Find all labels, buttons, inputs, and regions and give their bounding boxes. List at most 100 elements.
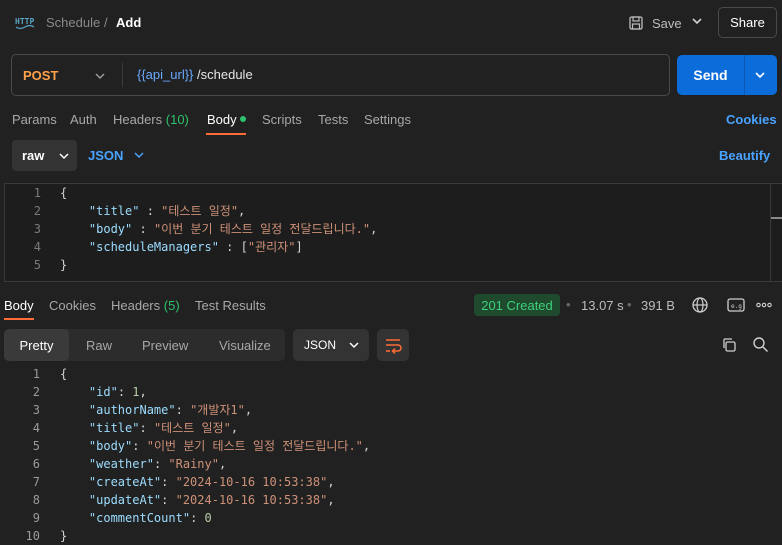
line-number: 1 xyxy=(33,186,41,200)
response-tab-headers[interactable]: Headers (5) xyxy=(111,298,180,313)
response-language-select[interactable]: JSON xyxy=(293,329,369,361)
copy-icon[interactable] xyxy=(721,337,737,353)
response-time[interactable]: 13.07 s xyxy=(581,298,624,313)
code-token: "scheduleManagers" xyxy=(88,240,219,254)
method-select[interactable]: POST xyxy=(23,68,58,83)
save-button[interactable]: Save xyxy=(628,9,682,37)
more-icon[interactable] xyxy=(756,301,772,309)
response-size[interactable]: 391 B xyxy=(641,298,675,313)
code-text: "id": 1, xyxy=(60,383,147,401)
chevron-down-icon[interactable] xyxy=(690,14,704,28)
response-tab-cookies[interactable]: Cookies xyxy=(49,298,96,313)
scrollbar-thumb[interactable] xyxy=(771,217,782,219)
code-line: 1{ xyxy=(0,365,760,383)
code-token: : xyxy=(139,421,154,435)
code-line: 3 "body" : "이번 분기 테스트 일정 전달드립니다.", xyxy=(0,220,760,238)
code-token: "body" xyxy=(88,222,133,236)
line-number: 3 xyxy=(33,222,41,236)
body-mode-select[interactable]: raw xyxy=(12,140,77,171)
editor-scrollbar[interactable] xyxy=(770,183,771,282)
code-line: 5} xyxy=(0,256,760,274)
code-text: "weather": "Rainy", xyxy=(60,455,226,473)
meta-separator: • xyxy=(566,297,571,312)
status-badge[interactable]: 201 Created xyxy=(474,294,560,316)
breadcrumb-collection[interactable]: Schedule xyxy=(46,15,100,30)
line-number: 2 xyxy=(32,385,40,399)
chevron-down-icon[interactable] xyxy=(133,148,145,162)
tab-headers[interactable]: Headers (10) xyxy=(113,112,189,127)
code-token: : xyxy=(153,457,169,471)
cookies-link[interactable]: Cookies xyxy=(726,112,777,127)
response-tab-test-results[interactable]: Test Results xyxy=(195,298,266,313)
body-language-select[interactable]: JSON xyxy=(88,148,123,163)
svg-text:HTTP: HTTP xyxy=(15,17,34,26)
code-text: } xyxy=(60,527,67,545)
format-pretty[interactable]: Pretty xyxy=(4,329,69,361)
code-text: "authorName": "개발자1", xyxy=(60,401,252,419)
code-token: "title" xyxy=(88,204,140,218)
line-number: 9 xyxy=(32,511,40,525)
code-token: "테스트 일정" xyxy=(161,204,239,218)
tab-headers-label: Headers xyxy=(113,112,163,127)
line-number: 4 xyxy=(33,240,41,254)
code-token: : xyxy=(161,493,176,507)
code-token: "개발자1" xyxy=(190,403,245,417)
tab-settings[interactable]: Settings xyxy=(364,112,411,127)
line-number: 5 xyxy=(33,258,41,272)
send-button[interactable]: Send xyxy=(677,55,744,95)
url-divider xyxy=(122,63,123,87)
code-token: , xyxy=(230,421,239,435)
code-token: "body" xyxy=(88,439,133,453)
code-token: : xyxy=(132,222,154,236)
code-token: 0 xyxy=(204,511,212,525)
code-line: 8 "updateAt": "2024-10-16 10:53:38", xyxy=(0,491,760,509)
tab-scripts[interactable]: Scripts xyxy=(262,112,302,127)
line-number: 10 xyxy=(25,529,40,543)
chevron-down-icon[interactable] xyxy=(753,68,767,82)
globe-icon[interactable] xyxy=(691,296,709,314)
tab-auth[interactable]: Auth xyxy=(70,112,97,127)
line-number: 3 xyxy=(32,403,40,417)
example-icon[interactable]: e.g xyxy=(727,297,745,313)
code-text: { xyxy=(60,184,67,202)
line-number: 8 xyxy=(32,493,40,507)
wrap-lines-button[interactable] xyxy=(377,329,409,361)
response-tab-body[interactable]: Body xyxy=(4,298,34,313)
code-token: : xyxy=(117,385,133,399)
code-text: "body" : "이번 분기 테스트 일정 전달드립니다.", xyxy=(60,220,377,238)
share-button[interactable]: Share xyxy=(718,7,777,38)
code-token: , xyxy=(327,493,335,507)
line-number: 7 xyxy=(32,475,40,489)
code-token: "weather" xyxy=(88,457,154,471)
code-text: { xyxy=(60,365,67,383)
chevron-down-icon[interactable] xyxy=(93,69,107,83)
search-icon[interactable] xyxy=(752,336,769,353)
breadcrumb-separator: / xyxy=(104,15,108,30)
beautify-link[interactable]: Beautify xyxy=(719,148,770,163)
line-number: 6 xyxy=(32,457,40,471)
meta-separator: • xyxy=(627,297,632,312)
line-number: 4 xyxy=(32,421,40,435)
code-line: 4 "scheduleManagers" : ["관리자"] xyxy=(0,238,760,256)
code-text: "updateAt": "2024-10-16 10:53:38", xyxy=(60,491,335,509)
format-visualize[interactable]: Visualize xyxy=(219,338,271,353)
url-input[interactable]: {{api_url}} /schedule xyxy=(137,67,253,82)
format-preview[interactable]: Preview xyxy=(142,338,188,353)
code-token: : xyxy=(190,511,205,525)
code-token: "이번 분기 테스트 일정 전달드립니다." xyxy=(153,222,371,236)
code-token: : xyxy=(161,475,176,489)
code-line: 6 "weather": "Rainy", xyxy=(0,455,760,473)
code-line: 2 "title" : "테스트 일정", xyxy=(0,202,760,220)
format-raw[interactable]: Raw xyxy=(86,338,112,353)
tab-tests[interactable]: Tests xyxy=(318,112,348,127)
url-bar xyxy=(11,54,670,96)
code-token: "2024-10-16 10:53:38" xyxy=(175,493,328,507)
request-name[interactable]: Add xyxy=(116,15,141,30)
tab-body[interactable]: Body xyxy=(207,112,237,127)
tab-params[interactable]: Params xyxy=(12,112,57,127)
